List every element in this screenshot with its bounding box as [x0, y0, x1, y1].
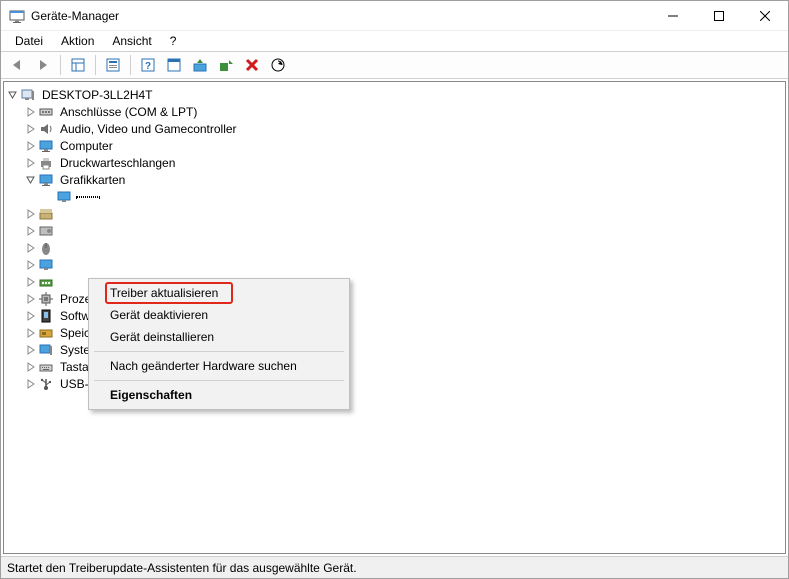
tree-item-printqueues[interactable]: Druckwarteschlangen — [6, 154, 783, 171]
expand-icon[interactable] — [24, 360, 38, 374]
cpu-icon — [38, 291, 54, 307]
minimize-button[interactable] — [650, 1, 696, 30]
toolbar: ? — [1, 51, 788, 79]
monitor-icon — [38, 257, 54, 273]
ctx-properties[interactable]: Eigenschaften — [92, 384, 346, 406]
app-icon — [9, 8, 25, 24]
expand-icon[interactable] — [24, 224, 38, 238]
disable-device-button[interactable] — [214, 53, 238, 77]
expand-icon[interactable] — [24, 122, 38, 136]
show-hide-tree-button[interactable] — [66, 53, 90, 77]
software-icon — [38, 308, 54, 324]
tree-item-computer[interactable]: Computer — [6, 137, 783, 154]
display-icon — [38, 172, 54, 188]
expand-icon[interactable] — [24, 343, 38, 357]
ctx-disable-device[interactable]: Gerät deaktivieren — [92, 304, 346, 326]
action-button[interactable] — [162, 53, 186, 77]
maximize-button[interactable] — [696, 1, 742, 30]
expand-icon[interactable] — [24, 241, 38, 255]
tree-item-label: Druckwarteschlangen — [58, 156, 177, 170]
computer-icon — [20, 87, 36, 103]
storagectl-icon — [38, 325, 54, 341]
tree-item-label: Computer — [58, 139, 115, 153]
tree-root-label: DESKTOP-3LL2H4T — [40, 88, 155, 102]
properties-button[interactable] — [101, 53, 125, 77]
display-icon — [56, 189, 72, 205]
expand-icon[interactable] — [24, 258, 38, 272]
separator — [130, 55, 131, 75]
close-button[interactable] — [742, 1, 788, 30]
ctx-uninstall-device[interactable]: Gerät deinstallieren — [92, 326, 346, 348]
tree-item-label — [76, 196, 100, 198]
separator — [95, 55, 96, 75]
titlebar: Geräte-Manager — [1, 1, 788, 31]
expand-icon[interactable] — [24, 207, 38, 221]
audio-icon — [38, 121, 54, 137]
separator — [94, 351, 344, 352]
help-button[interactable]: ? — [136, 53, 160, 77]
svg-text:?: ? — [145, 61, 151, 72]
scan-hardware-button[interactable] — [266, 53, 290, 77]
network-icon — [38, 274, 54, 290]
system-icon — [38, 342, 54, 358]
expand-icon[interactable] — [24, 309, 38, 323]
tree-item-hid[interactable] — [6, 205, 783, 222]
collapse-icon[interactable] — [6, 88, 20, 102]
tree-item-display-adapters[interactable]: Grafikkarten — [6, 171, 783, 188]
device-tree[interactable]: DESKTOP-3LL2H4T Anschlüsse (COM & LPT) A… — [3, 81, 786, 554]
hid-icon — [38, 206, 54, 222]
ctx-scan-hardware[interactable]: Nach geänderter Hardware suchen — [92, 355, 346, 377]
forward-button[interactable] — [31, 53, 55, 77]
hdd-icon — [38, 223, 54, 239]
printer-icon — [38, 155, 54, 171]
expand-icon[interactable] — [24, 275, 38, 289]
tree-item-display-adapter-child[interactable] — [6, 188, 783, 205]
collapse-icon[interactable] — [24, 173, 38, 187]
menubar: Datei Aktion Ansicht ? — [1, 31, 788, 51]
tree-item-disk[interactable] — [6, 222, 783, 239]
port-icon — [38, 104, 54, 120]
statusbar: Startet den Treiberupdate-Assistenten fü… — [1, 556, 788, 578]
menu-action[interactable]: Aktion — [53, 32, 102, 50]
separator — [94, 380, 344, 381]
tree-item-audio[interactable]: Audio, Video und Gamecontroller — [6, 120, 783, 137]
window-title: Geräte-Manager — [31, 9, 650, 23]
separator — [60, 55, 61, 75]
menu-help[interactable]: ? — [162, 32, 185, 50]
tree-item-mouse[interactable] — [6, 239, 783, 256]
tree-item-ports[interactable]: Anschlüsse (COM & LPT) — [6, 103, 783, 120]
update-driver-button[interactable] — [188, 53, 212, 77]
mouse-icon — [38, 240, 54, 256]
expand-icon[interactable] — [24, 326, 38, 340]
tree-item-label: Audio, Video und Gamecontroller — [58, 122, 239, 136]
expand-icon[interactable] — [24, 292, 38, 306]
tree-root[interactable]: DESKTOP-3LL2H4T — [6, 86, 783, 103]
statusbar-text: Startet den Treiberupdate-Assistenten fü… — [7, 561, 357, 575]
expand-icon[interactable] — [24, 105, 38, 119]
expand-icon[interactable] — [24, 156, 38, 170]
usb-icon — [38, 376, 54, 392]
ctx-update-driver[interactable]: Treiber aktualisieren — [92, 282, 346, 304]
computer-icon — [38, 138, 54, 154]
menu-view[interactable]: Ansicht — [104, 32, 159, 50]
back-button[interactable] — [5, 53, 29, 77]
context-menu: Treiber aktualisieren Gerät deaktivieren… — [88, 278, 350, 410]
keyboard-icon — [38, 359, 54, 375]
tree-item-monitor[interactable] — [6, 256, 783, 273]
expand-icon[interactable] — [24, 377, 38, 391]
menu-file[interactable]: Datei — [7, 32, 51, 50]
tree-item-label: Anschlüsse (COM & LPT) — [58, 105, 199, 119]
tree-item-label: Grafikkarten — [58, 173, 127, 187]
expand-icon[interactable] — [24, 139, 38, 153]
uninstall-device-button[interactable] — [240, 53, 264, 77]
